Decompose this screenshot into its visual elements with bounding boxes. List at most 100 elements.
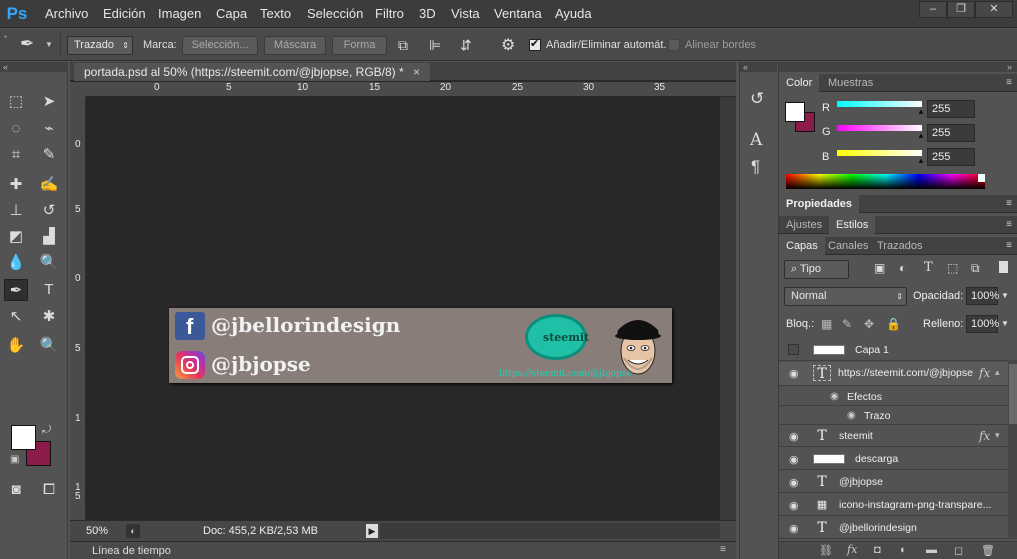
blend-mode-select[interactable]: Normal ⇕ — [784, 287, 907, 306]
eye-icon[interactable]: ◉ — [847, 410, 856, 421]
filter-toggle[interactable] — [999, 261, 1008, 273]
seleccion-button[interactable]: Selección... — [182, 36, 258, 55]
channel-g-value[interactable]: 255 — [927, 124, 975, 142]
restore-icon[interactable]: ❐ — [947, 1, 975, 18]
path-arrangement-icon[interactable]: ⇵ — [460, 37, 472, 54]
layers-scrollbar[interactable] — [1008, 360, 1017, 539]
history-panel-icon[interactable]: ↺ — [750, 89, 764, 109]
artboard[interactable]: f @jbellorindesign @jbjopse steemit http… — [169, 308, 672, 383]
layer-row[interactable]: ◉ T @jbjopse — [779, 471, 1008, 493]
lock-transparency-icon[interactable]: ▦ — [821, 317, 832, 331]
panel-menu-icon[interactable]: ≡ — [1006, 198, 1012, 209]
gear-icon[interactable]: ⚙ — [501, 35, 515, 55]
link-layers-icon[interactable]: ⛓ — [819, 544, 833, 557]
color-panel-foreground-swatch[interactable] — [785, 102, 805, 122]
brush-icon[interactable]: ✍ — [37, 174, 61, 196]
eye-icon[interactable]: ◉ — [789, 453, 799, 466]
lasso-icon[interactable]: ◌ — [4, 118, 28, 140]
filter-shape-icon[interactable]: ⬚ — [947, 261, 958, 275]
layer-effect-row[interactable]: ◉ Trazo — [779, 406, 1008, 425]
menu-ayuda[interactable]: Ayuda — [555, 6, 592, 21]
slider-thumb-icon[interactable]: ▲ — [917, 131, 925, 140]
layer-row[interactable]: ◉ T @jbellorindesign — [779, 517, 1008, 539]
chevron-down-icon[interactable]: ▼ — [45, 40, 53, 49]
eye-icon[interactable]: ◉ — [789, 499, 799, 512]
eye-icon[interactable]: ◉ — [789, 367, 799, 380]
panel-menu-icon[interactable]: ≡ — [1006, 219, 1012, 230]
trash-icon[interactable]: 🗑 — [981, 544, 995, 557]
crop-icon[interactable]: ⌗ — [4, 144, 28, 166]
filter-adjustment-icon[interactable]: ◐ — [899, 261, 906, 275]
canvas-area[interactable]: f @jbellorindesign @jbjopse steemit http… — [87, 98, 720, 520]
foreground-color-swatch[interactable] — [11, 425, 36, 450]
channel-b-slider[interactable] — [837, 150, 922, 156]
menu-vista[interactable]: Vista — [451, 6, 480, 21]
timeline-tab[interactable]: Línea de tiempo — [92, 545, 171, 557]
tab-capas[interactable]: Capas — [779, 237, 825, 255]
tab-trazados[interactable]: Trazados — [870, 237, 929, 255]
slider-thumb-icon[interactable]: ▲ — [917, 107, 925, 116]
lock-all-icon[interactable]: 🔒 — [886, 317, 901, 331]
zoom-icon[interactable]: 🔍 — [37, 335, 61, 357]
move-icon[interactable]: ➤ — [37, 91, 61, 113]
panel-menu-icon[interactable]: ≡ — [1006, 240, 1012, 251]
collapse-icon[interactable]: » — [779, 62, 1017, 72]
pen-tool-preset-icon[interactable]: ✒ — [20, 34, 34, 54]
pen-tool-icon[interactable]: ✒ — [4, 279, 28, 301]
expand-effects-icon[interactable]: ▴ — [995, 367, 1000, 378]
new-layer-icon[interactable]: ◻ — [954, 544, 963, 557]
add-mask-icon[interactable]: ◘ — [874, 544, 881, 556]
menu-archivo[interactable]: Archivo — [45, 6, 88, 21]
menu-texto[interactable]: Texto — [260, 6, 291, 21]
color-spectrum-ramp[interactable] — [786, 174, 985, 189]
menu-imagen[interactable]: Imagen — [158, 6, 201, 21]
panel-menu-icon[interactable]: ≡ — [1006, 77, 1012, 88]
fill-value[interactable]: 100% — [966, 315, 999, 333]
ruler-origin[interactable] — [70, 82, 86, 97]
menu-seleccion[interactable]: Selección — [307, 6, 363, 21]
zoom-level[interactable]: 50% — [86, 525, 108, 537]
tab-color[interactable]: Color — [779, 74, 820, 92]
dodge-icon[interactable]: 🔍 — [37, 252, 61, 274]
tab-canales[interactable]: Canales — [821, 237, 875, 255]
layer-row[interactable]: ◉ descarga — [779, 448, 1008, 470]
share-icon[interactable]: ◐ — [126, 524, 140, 538]
filter-pixel-icon[interactable]: ▣ — [874, 261, 885, 275]
character-panel-icon[interactable]: A — [750, 130, 762, 150]
healing-brush-icon[interactable]: ✚ — [4, 174, 28, 196]
tab-ajustes[interactable]: Ajustes — [779, 216, 829, 234]
eyedropper-icon[interactable]: ✎ — [37, 144, 61, 166]
screen-mode-icon[interactable]: ⧠ — [37, 479, 61, 501]
layer-row[interactable]: Capa 1 — [779, 339, 1008, 361]
eye-icon[interactable]: ◉ — [789, 430, 799, 443]
close-button[interactable]: ✕ — [975, 1, 1013, 18]
collapse-icon[interactable]: « — [740, 62, 777, 72]
tab-muestras[interactable]: Muestras — [821, 74, 880, 92]
tab-estilos[interactable]: Estilos — [829, 216, 876, 234]
marquee-icon[interactable]: ⬚ — [4, 91, 28, 113]
menu-filtro[interactable]: Filtro — [375, 6, 404, 21]
default-colors-icon[interactable]: ▣ — [10, 454, 19, 465]
new-group-icon[interactable]: ▬ — [926, 544, 937, 556]
vertical-scrollbar[interactable] — [720, 97, 736, 520]
menu-edicion[interactable]: Edición — [103, 6, 146, 21]
visibility-toggle-empty[interactable] — [788, 344, 799, 355]
horizontal-scrollbar[interactable] — [380, 523, 720, 539]
mascara-button[interactable]: Máscara — [264, 36, 326, 55]
white-swatch[interactable] — [978, 174, 985, 182]
add-style-icon[interactable]: fx — [847, 543, 857, 556]
layer-row-selected[interactable]: ◉ T https://steemit.com/@jbjopse fx ▴ — [779, 362, 1008, 386]
quick-mask-icon[interactable]: ◙ — [4, 479, 28, 501]
type-tool-icon[interactable]: T — [37, 279, 61, 301]
tab-propiedades[interactable]: Propiedades — [779, 195, 860, 213]
menu-3d[interactable]: 3D — [419, 6, 436, 21]
path-operations-icon[interactable]: ⧉ — [398, 37, 408, 54]
opacity-value[interactable]: 100% — [966, 287, 999, 305]
collapse-icon[interactable]: « — [0, 62, 68, 72]
menu-capa[interactable]: Capa — [216, 6, 247, 21]
paint-bucket-icon[interactable]: ▟ — [37, 226, 61, 248]
layer-row[interactable]: ◉ T steemit fx ▾ — [779, 425, 1008, 447]
minimize-button[interactable]: – — [919, 1, 947, 18]
chevron-down-icon[interactable]: ▼ — [1001, 291, 1009, 300]
chevron-down-icon[interactable]: ▼ — [1001, 319, 1009, 328]
